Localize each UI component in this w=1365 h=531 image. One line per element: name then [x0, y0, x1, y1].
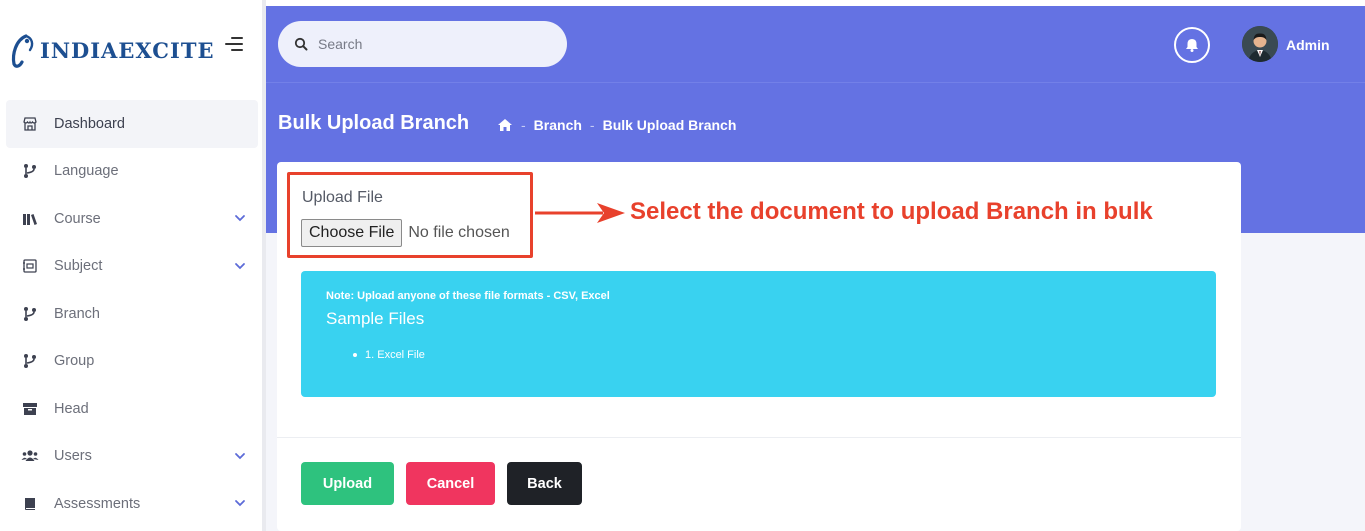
book-icon — [20, 494, 40, 514]
menu-toggle-icon[interactable] — [225, 37, 243, 51]
sidebar-item-label: Group — [54, 353, 95, 370]
sidebar-item-language[interactable]: Language — [6, 148, 258, 196]
git-branch-icon — [20, 351, 40, 371]
breadcrumb-item-current: Bulk Upload Branch — [602, 117, 737, 133]
sidebar-item-course[interactable]: Course — [6, 195, 258, 243]
sidebar-item-group[interactable]: Group — [6, 338, 258, 386]
user-name[interactable]: Admin — [1286, 37, 1330, 53]
sidebar-nav: Dashboard Language Course Subject Branch… — [6, 100, 258, 528]
format-note: Note: Upload anyone of these file format… — [326, 290, 610, 302]
annotation-highlight-box — [287, 172, 533, 258]
sidebar-item-dashboard[interactable]: Dashboard — [6, 100, 258, 148]
chevron-down-icon[interactable] — [234, 497, 246, 509]
breadcrumb-item-branch[interactable]: Branch — [534, 117, 582, 133]
user-avatar-icon — [1242, 26, 1278, 62]
box-icon — [20, 399, 40, 419]
brand-name: INDIAEXCITE — [40, 37, 215, 63]
users-icon — [20, 446, 40, 466]
search-bar[interactable] — [278, 21, 567, 67]
sidebar-item-label: Subject — [54, 258, 103, 275]
sidebar-item-subject[interactable]: Subject — [6, 243, 258, 291]
sidebar-item-branch[interactable]: Branch — [6, 290, 258, 338]
card-divider — [277, 437, 1241, 438]
sample-files-panel: Note: Upload anyone of these file format… — [301, 271, 1216, 397]
search-input[interactable] — [318, 36, 538, 52]
chevron-down-icon[interactable] — [234, 260, 246, 272]
cancel-button[interactable]: Cancel — [406, 462, 495, 505]
notification-button[interactable] — [1174, 27, 1210, 63]
breadcrumb-separator: - — [589, 117, 595, 133]
brand-logo-link[interactable]: INDIAEXCITE — [8, 30, 214, 70]
store-icon — [20, 114, 40, 134]
annotation-text: Select the document to upload Branch in … — [630, 198, 1153, 225]
sidebar-item-assessments[interactable]: Assessments — [6, 480, 258, 528]
page-title: Bulk Upload Branch — [278, 112, 470, 134]
chevron-down-icon[interactable] — [234, 450, 246, 462]
brand-logo-icon — [11, 34, 34, 68]
annotation-arrow-icon — [535, 203, 625, 223]
list-item[interactable]: 1. Excel File — [353, 349, 425, 361]
bullet-icon — [353, 353, 357, 357]
sample-files-title: Sample Files — [326, 309, 425, 328]
home-icon[interactable] — [497, 118, 513, 132]
id-card-icon — [20, 256, 40, 276]
header-divider — [266, 82, 1365, 83]
git-branch-icon — [20, 161, 40, 181]
header-top-edge — [266, 0, 1365, 6]
sidebar-item-label: Head — [54, 400, 89, 417]
sidebar-item-label: Users — [54, 448, 92, 465]
git-branch-icon — [20, 304, 40, 324]
sidebar-item-label: Branch — [54, 305, 100, 322]
breadcrumb-separator: - — [521, 117, 526, 133]
sidebar-item-label: Language — [54, 163, 119, 180]
back-button[interactable]: Back — [507, 462, 582, 505]
chevron-down-icon[interactable] — [234, 212, 246, 224]
upload-button[interactable]: Upload — [301, 462, 394, 505]
breadcrumb: - Branch - Bulk Upload Branch — [497, 117, 736, 133]
sidebar-item-label: Dashboard — [54, 115, 125, 132]
sidebar-item-label: Assessments — [54, 495, 141, 512]
search-icon — [294, 37, 308, 51]
sidebar-item-label: Course — [54, 210, 101, 227]
sidebar-item-users[interactable]: Users — [6, 433, 258, 481]
avatar[interactable] — [1242, 26, 1278, 62]
bell-icon — [1186, 39, 1198, 52]
books-icon — [20, 209, 40, 229]
sidebar-item-head[interactable]: Head — [6, 385, 258, 433]
sample-file-link[interactable]: 1. Excel File — [365, 349, 425, 361]
